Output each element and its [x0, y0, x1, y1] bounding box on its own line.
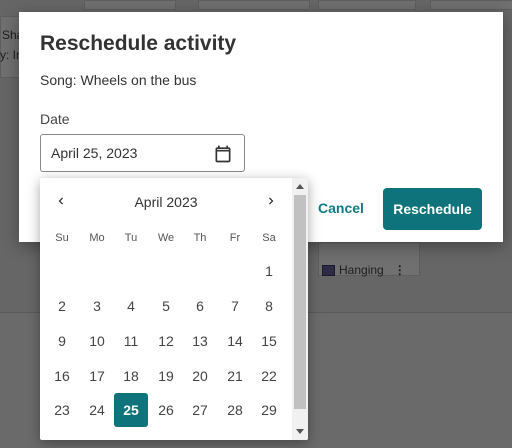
song-text: Song: Wheels on the bus — [40, 72, 197, 88]
calendar-day[interactable]: 17 — [80, 359, 114, 393]
calendar-day[interactable]: 3 — [80, 289, 114, 323]
background-card — [318, 0, 416, 10]
scroll-up-arrow-icon[interactable] — [296, 184, 304, 189]
calendar-day[interactable]: 26 — [149, 393, 183, 427]
calendar-day[interactable]: 20 — [183, 359, 217, 393]
calendar-day[interactable]: 21 — [218, 359, 252, 393]
calendar-day[interactable]: 13 — [183, 324, 217, 358]
date-label: Date — [40, 111, 70, 127]
calendar-day[interactable]: 27 — [183, 393, 217, 427]
background-card — [84, 0, 176, 10]
scrollbar-thumb[interactable] — [294, 195, 306, 409]
cancel-button[interactable]: Cancel — [311, 190, 371, 226]
calendar-day[interactable]: 23 — [45, 393, 79, 427]
calendar-day[interactable]: 11 — [114, 324, 148, 358]
calendar-icon[interactable] — [213, 144, 233, 164]
weekday-label: Tu — [124, 232, 138, 244]
weekday-label: Sa — [262, 232, 276, 244]
background-card — [430, 0, 512, 10]
background-card — [0, 16, 20, 78]
reschedule-button[interactable]: Reschedule — [383, 188, 482, 230]
calendar-day[interactable]: 15 — [252, 324, 286, 358]
background-activity-chip: Hanging ⋮ — [322, 258, 416, 282]
calendar-day-selected[interactable]: 25 — [114, 393, 148, 427]
calendar-month-label: April 2023 — [134, 194, 198, 210]
calendar-day[interactable]: 19 — [149, 359, 183, 393]
dialog-title: Reschedule activity — [40, 32, 237, 55]
calendar-day[interactable]: 10 — [80, 324, 114, 358]
weekday-label: Su — [55, 232, 69, 244]
calendar-day[interactable]: 6 — [183, 289, 217, 323]
calendar-day[interactable]: 4 — [114, 289, 148, 323]
weekday-label: Th — [193, 232, 207, 244]
date-field[interactable]: April 25, 2023 — [40, 134, 245, 172]
calendar-day[interactable]: 5 — [149, 289, 183, 323]
calendar-day[interactable]: 1 — [252, 254, 286, 288]
calendar-day[interactable]: 28 — [218, 393, 252, 427]
chevron-right-icon[interactable] — [260, 190, 282, 212]
calendar-day[interactable]: 22 — [252, 359, 286, 393]
weekday-label: Mo — [89, 232, 105, 244]
calendar-day[interactable]: 7 — [218, 289, 252, 323]
calendar-day[interactable]: 24 — [80, 393, 114, 427]
weekday-label: We — [157, 232, 175, 244]
calendar-day[interactable]: 12 — [149, 324, 183, 358]
date-picker-popup: April 2023 Su Mo Tu We Th Fr Sa 1 2 3 4 5 6 7 8 9 10 11 1… — [40, 178, 308, 440]
date-value: April 25, 2023 — [51, 145, 138, 161]
calendar-day[interactable]: 29 — [252, 393, 286, 427]
weekday-label: Fr — [229, 232, 241, 244]
chip-label: Hanging — [339, 263, 384, 277]
background-card — [198, 0, 310, 10]
calendar-day[interactable]: 2 — [45, 289, 79, 323]
calendar-day[interactable]: 9 — [45, 324, 79, 358]
scroll-down-arrow-icon[interactable] — [296, 429, 304, 434]
calendar-day[interactable]: 14 — [218, 324, 252, 358]
calendar-day[interactable]: 8 — [252, 289, 286, 323]
book-icon — [322, 264, 335, 276]
calendar-day[interactable]: 18 — [114, 359, 148, 393]
more-vert-icon: ⋮ — [393, 263, 406, 277]
calendar-day[interactable]: 16 — [45, 359, 79, 393]
